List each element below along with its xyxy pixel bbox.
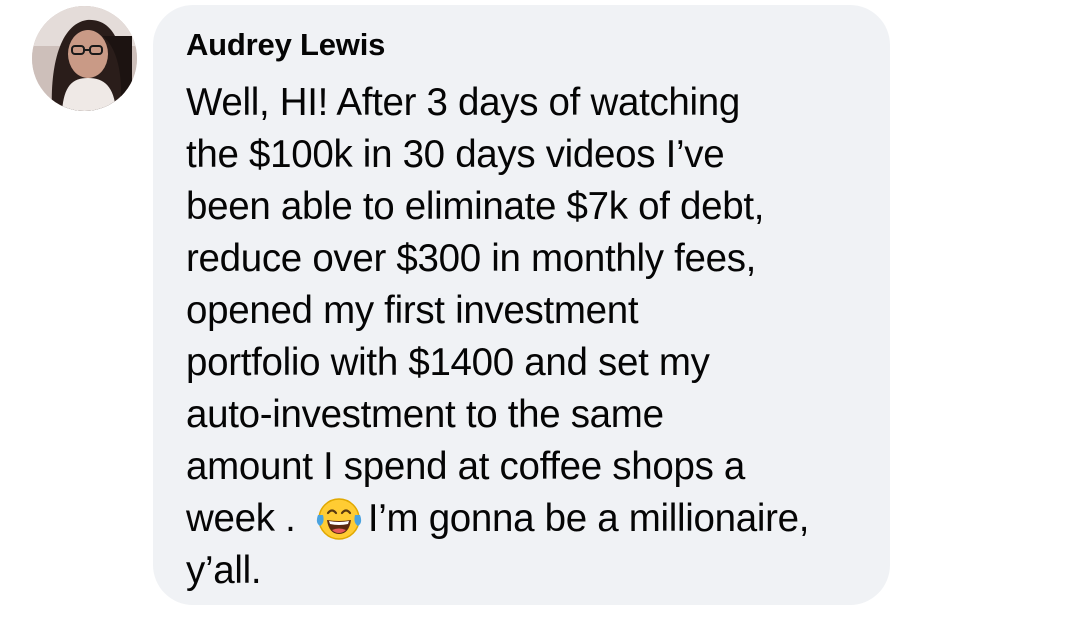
user-avatar-photo-icon	[32, 6, 137, 111]
comment-author-name[interactable]: Audrey Lewis	[186, 27, 385, 63]
comment-bubble: Audrey Lewis Well, HI! After 3 days of w…	[153, 5, 890, 605]
comment-line: amount I spend at coffee shops a	[186, 445, 746, 488]
comment-line: auto-investment to the same	[186, 393, 664, 436]
comment: Audrey Lewis Well, HI! After 3 days of w…	[0, 0, 1080, 622]
comment-text-after-emoji: I’m gonna be a millionaire,	[367, 497, 810, 540]
avatar[interactable]	[32, 6, 137, 111]
comment-body: Well, HI! After 3 days of watching the $…	[186, 77, 876, 597]
comment-line: reduce over $300 in monthly fees,	[186, 237, 757, 280]
face-with-tears-of-joy-icon	[314, 493, 364, 543]
comment-line: portfolio with $1400 and set my	[186, 341, 710, 384]
comment-line: been able to eliminate $7k of debt,	[186, 185, 765, 228]
comment-line: y’all.	[186, 549, 262, 592]
comment-text-before-emoji: week .	[186, 497, 306, 540]
comment-line: Well, HI! After 3 days of watching	[186, 81, 741, 124]
comment-line: the $100k in 30 days videos I’ve	[186, 133, 725, 176]
comment-line: opened my first investment	[186, 289, 639, 332]
comment-line-with-emoji: week . I’m gonna be a millionaire,	[186, 493, 876, 545]
